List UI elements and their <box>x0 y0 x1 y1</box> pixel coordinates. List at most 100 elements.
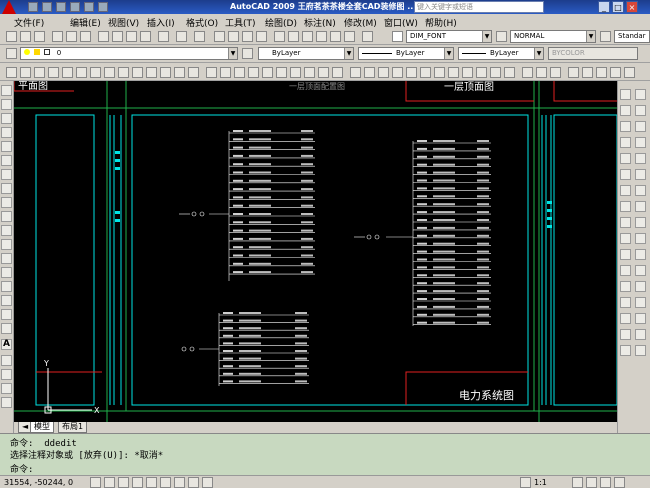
view-sw-icon[interactable] <box>290 67 301 78</box>
box-icon[interactable] <box>6 67 17 78</box>
command-window[interactable]: 命令: ddedit 选择注释对象或 [放弃(U)]: *取消* 命令: <box>0 433 650 475</box>
save-file-icon[interactable] <box>34 31 45 42</box>
view-ne-icon[interactable] <box>318 67 329 78</box>
ellipse-icon[interactable] <box>1 211 12 222</box>
ucs-y-icon[interactable] <box>490 67 501 78</box>
tab-layout1[interactable]: 布局1 <box>58 422 88 433</box>
orbit-icon[interactable] <box>522 67 533 78</box>
close-button[interactable]: × <box>626 1 638 13</box>
jogged-linear-icon[interactable] <box>635 345 646 356</box>
rotate-icon[interactable] <box>620 185 631 196</box>
break-point-icon[interactable] <box>620 265 631 276</box>
join-icon[interactable] <box>620 297 631 308</box>
properties-icon[interactable] <box>274 31 285 42</box>
dim-arc-icon[interactable] <box>635 121 646 132</box>
union-icon[interactable] <box>160 67 171 78</box>
polar-toggle-icon[interactable] <box>132 477 143 488</box>
mirror-icon[interactable] <box>620 121 631 132</box>
ucs-x-icon[interactable] <box>476 67 487 78</box>
calculator-icon[interactable] <box>344 31 355 42</box>
subtract-icon[interactable] <box>174 67 185 78</box>
intersect-icon[interactable] <box>188 67 199 78</box>
search-input[interactable]: 键入关键字或短语 <box>414 1 544 13</box>
dim-baseline-icon[interactable] <box>635 233 646 244</box>
ucs-previous-icon[interactable] <box>378 67 389 78</box>
move-icon[interactable] <box>620 169 631 180</box>
ucs-icon[interactable] <box>350 67 361 78</box>
zoom-window-icon[interactable] <box>242 31 253 42</box>
cylinder-icon[interactable] <box>34 67 45 78</box>
dim-space-icon[interactable] <box>635 265 646 276</box>
tolerance-icon[interactable] <box>635 297 646 308</box>
dim-style-icon[interactable] <box>496 31 507 42</box>
zoom-in-icon[interactable] <box>1 355 12 366</box>
continuous-orbit-icon[interactable] <box>550 67 561 78</box>
designcenter-icon[interactable] <box>288 31 299 42</box>
region-icon[interactable] <box>1 309 12 320</box>
zoom-out-icon[interactable] <box>1 369 12 380</box>
open-file-icon[interactable] <box>20 31 31 42</box>
slice-icon[interactable] <box>118 67 129 78</box>
zoom-all-icon[interactable] <box>1 383 12 394</box>
polygon-icon[interactable] <box>1 127 12 138</box>
ducs-toggle-icon[interactable] <box>174 477 185 488</box>
array-icon[interactable] <box>620 153 631 164</box>
qnew-icon[interactable] <box>6 31 17 42</box>
workspace-icon[interactable] <box>586 477 597 488</box>
shade-3d-icon[interactable] <box>582 67 593 78</box>
view-back-icon[interactable] <box>276 67 287 78</box>
extend-icon[interactable] <box>620 249 631 260</box>
offset-icon[interactable] <box>620 137 631 148</box>
redo-icon[interactable] <box>98 2 108 12</box>
point-icon[interactable] <box>1 267 12 278</box>
view-right-icon[interactable] <box>248 67 259 78</box>
dim-aligned-icon[interactable] <box>635 105 646 116</box>
view-se-icon[interactable] <box>304 67 315 78</box>
ellipse-arc-icon[interactable] <box>1 225 12 236</box>
color-select[interactable]: ByLayer ▼ <box>258 47 354 60</box>
plot-icon[interactable] <box>70 2 80 12</box>
polyline-icon[interactable] <box>1 113 12 124</box>
autocad-logo-icon[interactable] <box>2 0 16 14</box>
plotstyle-select[interactable]: BYCOLOR <box>548 47 638 60</box>
save-icon[interactable] <box>56 2 66 12</box>
shade-2d-icon[interactable] <box>568 67 579 78</box>
toolpalettes-icon[interactable] <box>302 31 313 42</box>
ucs-3point-icon[interactable] <box>462 67 473 78</box>
ucs-z-icon[interactable] <box>504 67 515 78</box>
annotation-visibility-icon[interactable] <box>572 477 583 488</box>
make-current-icon[interactable] <box>242 48 253 59</box>
pan-icon[interactable] <box>214 31 225 42</box>
linetype-select[interactable]: ByLayer ▼ <box>358 47 454 60</box>
tab-model[interactable]: 模型 <box>30 422 54 433</box>
revolve-icon[interactable] <box>104 67 115 78</box>
annotation-scale-value[interactable]: 1:1 <box>534 478 547 487</box>
shade-gouraud-icon[interactable] <box>624 67 635 78</box>
dim-ordinate-icon[interactable] <box>635 137 646 148</box>
copy-object-icon[interactable] <box>620 105 631 116</box>
shade-flat-icon[interactable] <box>610 67 621 78</box>
dim-style-select[interactable]: NORMAL ▼ <box>510 30 596 43</box>
dyn-toggle-icon[interactable] <box>188 477 199 488</box>
sphere-icon[interactable] <box>20 67 31 78</box>
zoom-previous-icon[interactable] <box>256 31 267 42</box>
chamfer-icon[interactable] <box>620 313 631 324</box>
fillet-icon[interactable] <box>620 329 631 340</box>
dim-continue-icon[interactable] <box>635 249 646 260</box>
ucs-zaxis-icon[interactable] <box>448 67 459 78</box>
extrude-icon[interactable] <box>90 67 101 78</box>
view-left-icon[interactable] <box>234 67 245 78</box>
preview-icon[interactable] <box>66 31 77 42</box>
markup-icon[interactable] <box>330 31 341 42</box>
copy-icon[interactable] <box>112 31 123 42</box>
print-icon[interactable] <box>52 31 63 42</box>
ortho-toggle-icon[interactable] <box>118 477 129 488</box>
layer-select[interactable]: 0 ▼ <box>20 47 238 60</box>
lwt-toggle-icon[interactable] <box>202 477 213 488</box>
text-style-select[interactable]: DIM_FONT ▼ <box>406 30 492 43</box>
grid-toggle-icon[interactable] <box>104 477 115 488</box>
trim-icon[interactable] <box>620 233 631 244</box>
inspect-icon[interactable] <box>635 329 646 340</box>
dim-angular-icon[interactable] <box>635 201 646 212</box>
coordinates-readout[interactable]: 31554, -50244, 0 <box>4 478 73 487</box>
